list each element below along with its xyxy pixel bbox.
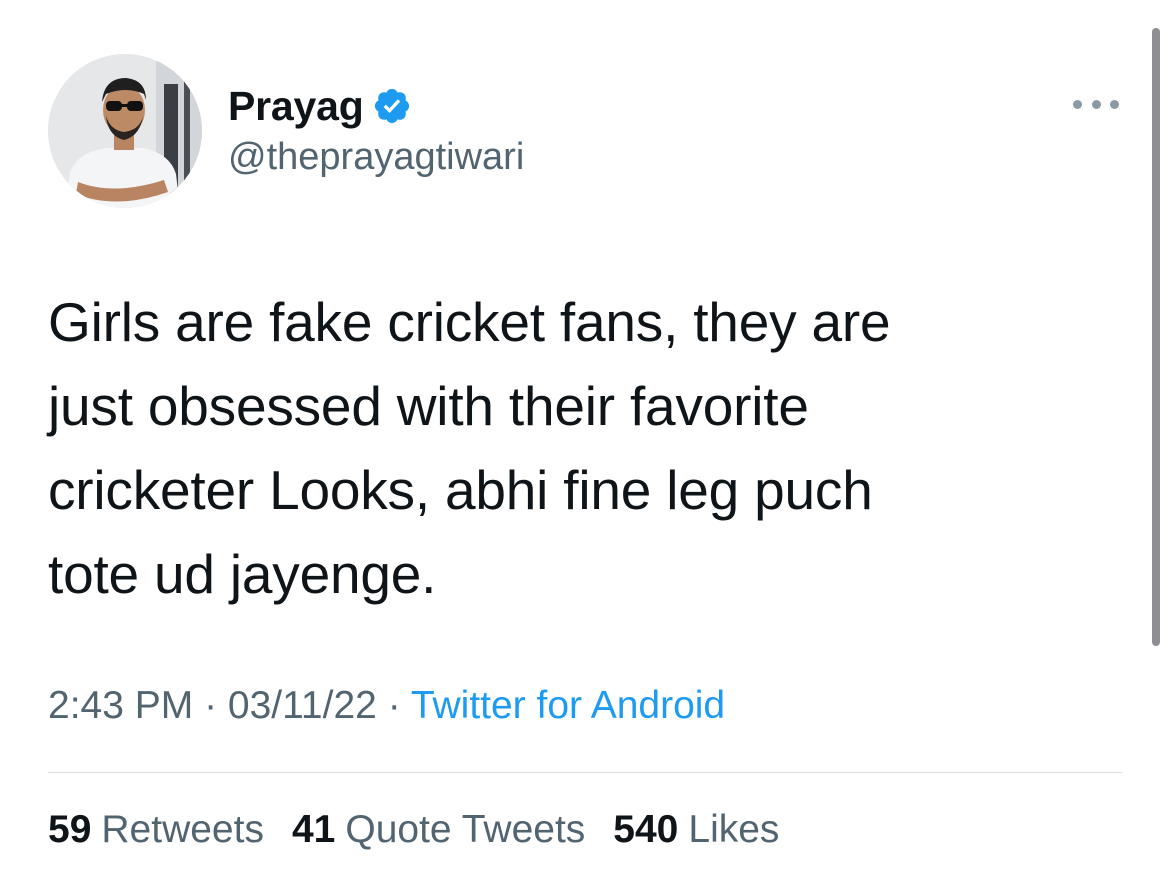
- tweet-date[interactable]: 03/11/22: [228, 684, 377, 727]
- tweet-stats: 59 Retweets 41 Quote Tweets 540 Likes: [48, 808, 807, 852]
- quote-tweets-count: 41: [291, 808, 336, 851]
- quote-tweets-stat[interactable]: 41 Quote Tweets: [292, 808, 585, 852]
- likes-count: 540: [613, 808, 679, 851]
- retweets-label: Retweets: [101, 808, 264, 851]
- tweet-time[interactable]: 2:43 PM: [48, 684, 193, 727]
- meta-separator: ·: [204, 684, 228, 727]
- author-name-row[interactable]: Prayag: [228, 80, 412, 132]
- scrollbar[interactable]: [1152, 28, 1160, 646]
- tweet-source-link[interactable]: Twitter for Android: [411, 684, 725, 727]
- avatar[interactable]: [48, 54, 202, 208]
- quote-tweets-label: Quote Tweets: [345, 808, 586, 851]
- retweets-stat[interactable]: 59 Retweets: [48, 808, 264, 852]
- author-display-name[interactable]: Prayag: [228, 83, 364, 130]
- divider: [48, 772, 1122, 773]
- likes-label: Likes: [688, 808, 780, 851]
- verified-badge-icon: [372, 86, 412, 126]
- more-dot: [1110, 99, 1119, 109]
- tweet-metadata: 2:43 PM · 03/11/22 · Twitter for Android: [48, 684, 725, 728]
- retweets-count: 59: [48, 808, 92, 851]
- more-dot: [1091, 99, 1101, 109]
- tweet-text: Girls are fake cricket fans, they are ju…: [48, 291, 891, 605]
- more-options-icon[interactable]: [1073, 96, 1119, 112]
- meta-separator: ·: [387, 684, 411, 727]
- more-dot: [1073, 99, 1082, 109]
- avatar-image: [48, 54, 202, 208]
- likes-stat[interactable]: 540 Likes: [613, 808, 779, 852]
- author-handle[interactable]: @theprayagtiwari: [228, 136, 524, 179]
